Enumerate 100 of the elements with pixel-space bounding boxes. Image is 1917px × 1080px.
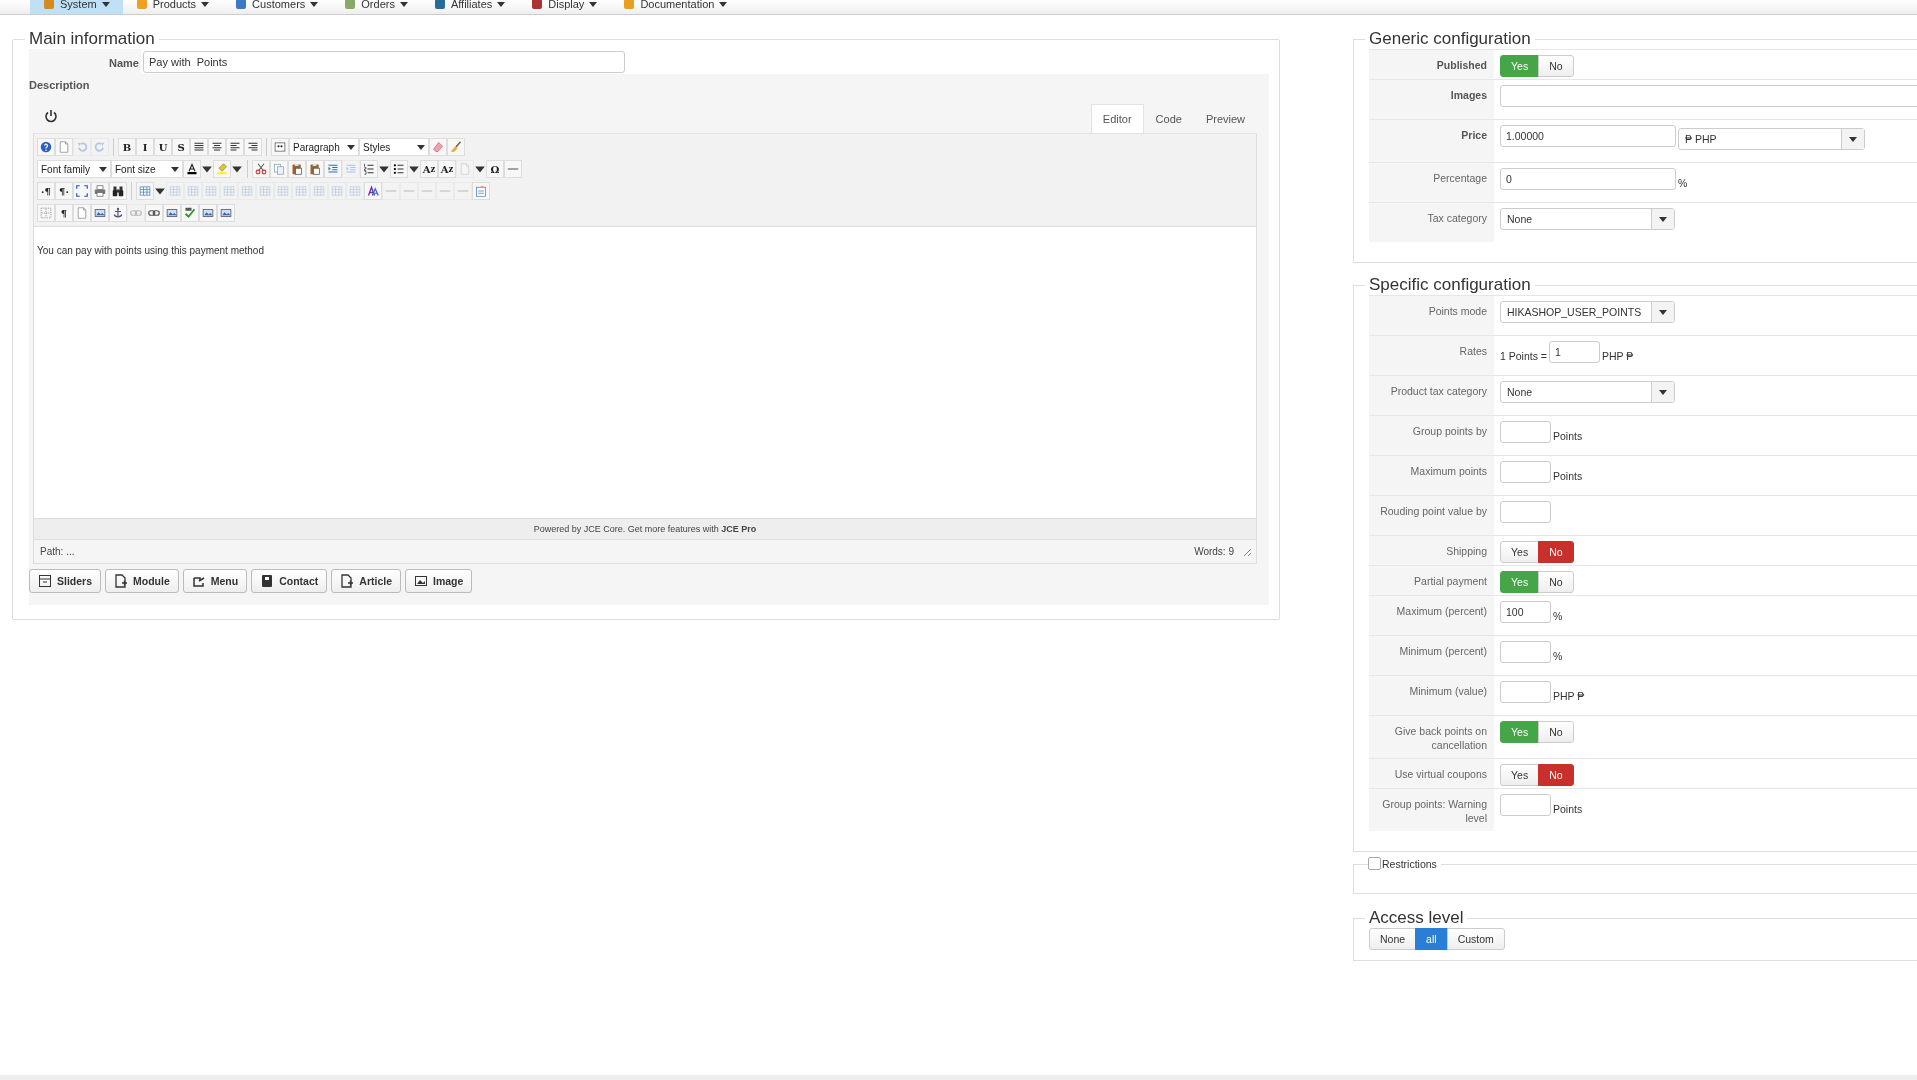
image-icon bbox=[414, 574, 428, 588]
toggle-option[interactable]: No bbox=[1538, 571, 1574, 593]
table-icon bbox=[331, 185, 343, 197]
caret-icon bbox=[98, 165, 108, 173]
element-path: Path: ... bbox=[40, 546, 75, 557]
quote-icon bbox=[274, 141, 286, 153]
input-field[interactable] bbox=[1500, 461, 1551, 483]
section-title: Specific configuration bbox=[1368, 275, 1532, 295]
redo-icon bbox=[94, 141, 106, 153]
input-field[interactable]: 0 bbox=[1500, 168, 1676, 190]
field-label: Use virtual coupons bbox=[1369, 759, 1494, 788]
format-select[interactable]: Paragraph bbox=[289, 138, 359, 156]
format-button[interactable]: B bbox=[118, 138, 136, 156]
checkbox[interactable] bbox=[1368, 857, 1381, 870]
insert-button[interactable]: Article bbox=[331, 569, 401, 593]
align-center-icon bbox=[211, 141, 223, 153]
link-icon bbox=[148, 207, 160, 219]
caret-icon bbox=[170, 165, 180, 173]
currency-select[interactable]: ₱ PHP bbox=[1678, 128, 1865, 150]
contact-card-icon bbox=[260, 574, 275, 588]
field-label: Product tax category bbox=[1369, 376, 1494, 415]
unit-label: Points bbox=[1553, 429, 1583, 442]
images-field[interactable] bbox=[1500, 85, 1917, 107]
toggle-option[interactable]: No bbox=[1538, 721, 1574, 743]
name-field[interactable]: Pay with Points bbox=[143, 50, 625, 73]
format-button[interactable]: Ω bbox=[486, 160, 504, 178]
unit-label: Points bbox=[1553, 802, 1583, 815]
rate-field[interactable]: 1 bbox=[1549, 341, 1600, 363]
format-select[interactable]: Styles bbox=[359, 138, 429, 156]
format-button[interactable]: S bbox=[172, 138, 190, 156]
image-icon bbox=[202, 207, 214, 219]
field-label: Percentage bbox=[1369, 163, 1494, 202]
document-add-icon bbox=[340, 574, 355, 588]
anchor-icon bbox=[112, 207, 124, 219]
menu-item[interactable]: Orders bbox=[331, 0, 421, 14]
insert-button[interactable]: Image bbox=[405, 569, 473, 593]
numbered-list-icon bbox=[363, 163, 375, 175]
input-field[interactable] bbox=[1500, 641, 1551, 663]
menu-item[interactable]: Documentation bbox=[610, 0, 741, 14]
editor-tab[interactable]: Editor bbox=[1090, 104, 1144, 133]
toolbar-button[interactable] bbox=[190, 138, 208, 156]
format-button[interactable]: U bbox=[154, 138, 172, 156]
toggle-option[interactable]: No bbox=[1538, 55, 1574, 77]
toolbar-button[interactable] bbox=[183, 160, 201, 178]
document-icon bbox=[58, 141, 70, 153]
input-field[interactable]: 100 bbox=[1500, 601, 1551, 623]
insert-button[interactable]: Menu bbox=[182, 569, 248, 593]
toggle-option[interactable]: No bbox=[1538, 764, 1574, 786]
dropdown-select[interactable]: None bbox=[1500, 208, 1675, 230]
price-field[interactable]: 1.00000 bbox=[1500, 125, 1676, 147]
toggle-option[interactable]: None bbox=[1369, 928, 1417, 950]
menu-item[interactable]: System bbox=[30, 0, 123, 14]
menu-item[interactable]: Display bbox=[518, 0, 611, 14]
field-label: Rouding point value by bbox=[1369, 496, 1494, 535]
toolbar-button[interactable] bbox=[109, 204, 127, 222]
align-right-icon bbox=[247, 141, 259, 153]
align-justify-icon bbox=[193, 141, 205, 153]
field-label: Shipping bbox=[1369, 536, 1494, 565]
insert-button[interactable]: Sliders bbox=[29, 569, 102, 593]
caret-icon bbox=[1658, 308, 1668, 316]
format-button[interactable]: ¶ bbox=[55, 204, 73, 222]
menu-item[interactable]: Affiliates bbox=[420, 0, 519, 14]
field-label: Rates bbox=[1369, 336, 1494, 375]
scissors-icon bbox=[255, 163, 267, 175]
caret-icon bbox=[1658, 215, 1668, 223]
menu-item[interactable]: Products bbox=[122, 0, 223, 14]
dropdown-select[interactable]: None bbox=[1500, 381, 1675, 403]
toggle-option[interactable]: Custom bbox=[1446, 928, 1505, 950]
document-add-icon bbox=[114, 574, 129, 588]
toolbar-button[interactable] bbox=[109, 182, 127, 200]
format-button[interactable]: ·¶ bbox=[37, 182, 55, 200]
editor-tab[interactable]: Preview bbox=[1193, 104, 1257, 133]
image-icon bbox=[166, 207, 178, 219]
caret-icon bbox=[346, 143, 356, 151]
document-icon bbox=[459, 163, 471, 175]
image-icon bbox=[94, 207, 106, 219]
editor-tab[interactable]: Code bbox=[1143, 104, 1194, 133]
input-field[interactable] bbox=[1500, 794, 1551, 816]
insert-button[interactable]: Module bbox=[105, 569, 179, 593]
toolbar-button[interactable] bbox=[390, 160, 408, 178]
input-field[interactable] bbox=[1500, 421, 1551, 443]
toggle-option[interactable]: Yes bbox=[1500, 541, 1540, 563]
format-button[interactable]: ¶· bbox=[55, 182, 73, 200]
format-select[interactable]: Font family bbox=[37, 160, 111, 178]
input-field[interactable] bbox=[1500, 681, 1551, 703]
toolbar-button[interactable] bbox=[364, 182, 382, 200]
table-icon bbox=[205, 185, 217, 197]
menu-item[interactable]: Customers bbox=[222, 0, 332, 14]
format-select[interactable]: Font size bbox=[111, 160, 183, 178]
toggle-option[interactable]: No bbox=[1538, 541, 1574, 563]
field-label: Description bbox=[29, 78, 91, 91]
insert-button[interactable]: Contact bbox=[251, 569, 328, 593]
toggle-option[interactable]: all bbox=[1415, 928, 1448, 950]
toolbar-button[interactable] bbox=[145, 204, 163, 222]
dropdown-select[interactable]: HIKASHOP_USER_POINTS bbox=[1500, 301, 1675, 323]
input-field[interactable] bbox=[1500, 501, 1551, 523]
power-icon[interactable] bbox=[43, 109, 59, 125]
toggle-option[interactable]: Yes bbox=[1500, 764, 1540, 786]
format-button[interactable]: I bbox=[136, 138, 154, 156]
toolbar-button[interactable] bbox=[181, 204, 199, 222]
